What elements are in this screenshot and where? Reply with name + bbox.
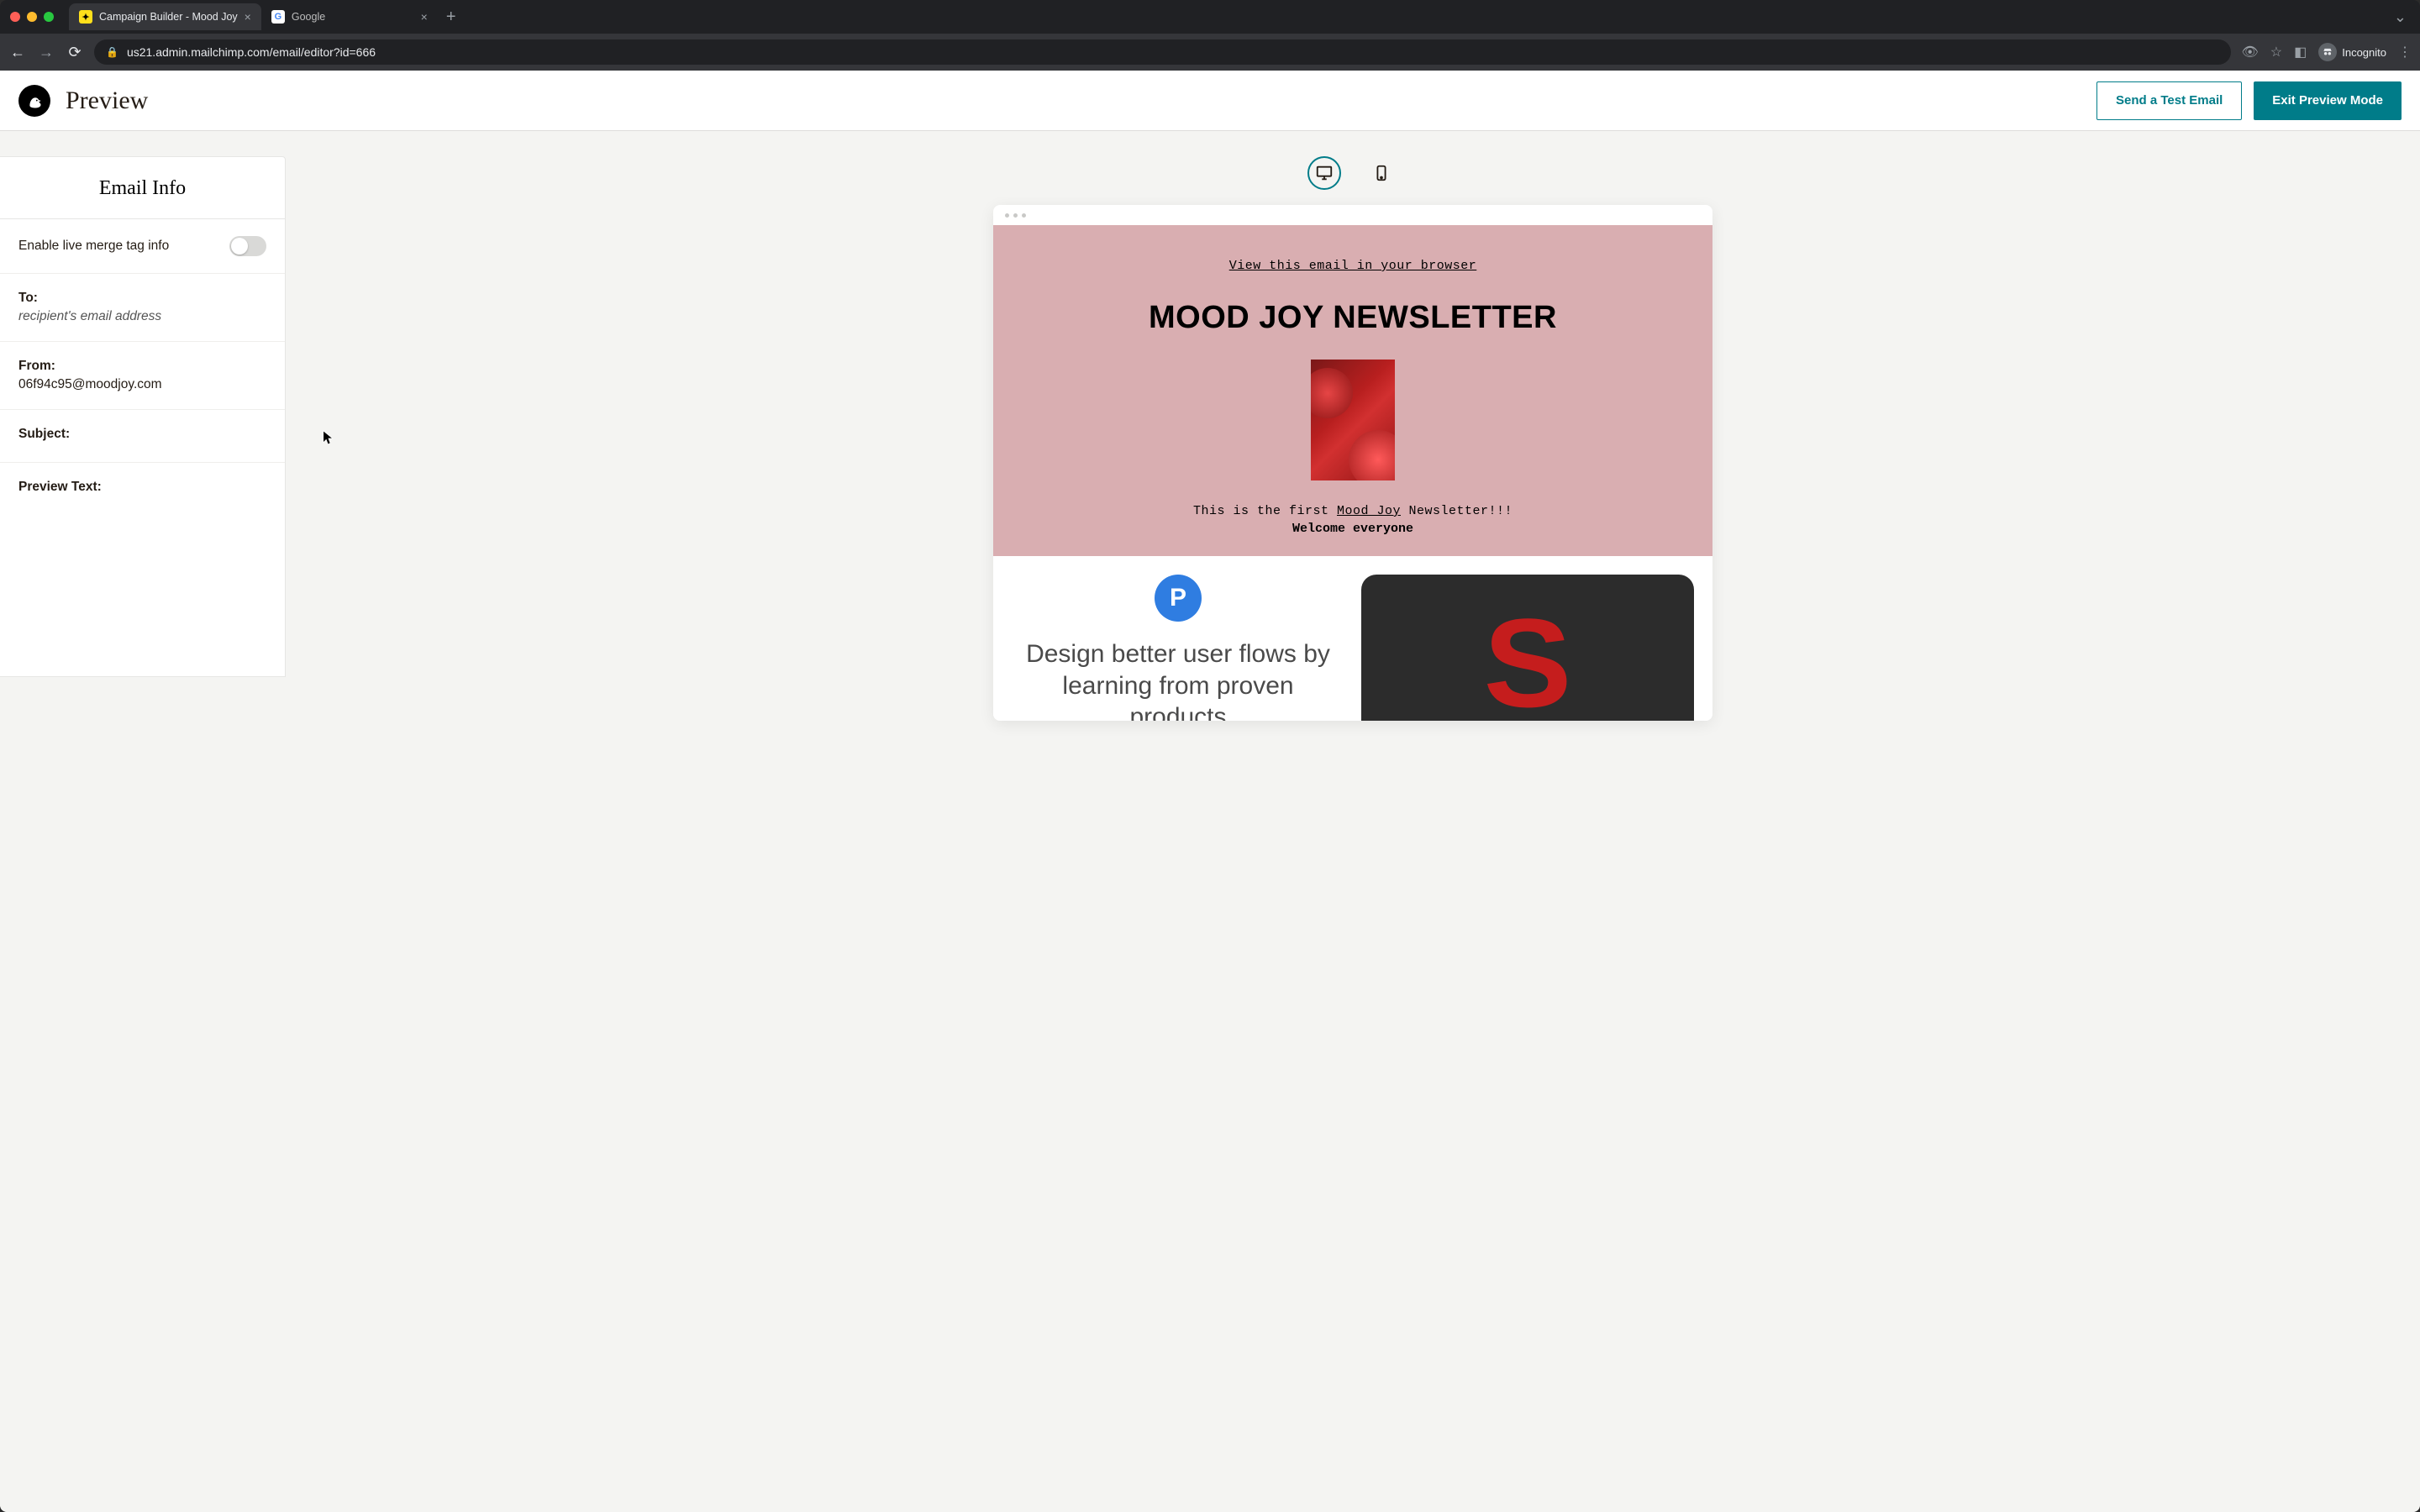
lock-icon: 🔒 (106, 46, 118, 58)
to-value: recipient's email address (18, 309, 161, 323)
page-title: Preview (66, 87, 148, 115)
merge-tag-toggle-row: Enable live merge tag info (0, 219, 285, 274)
preview-area: View this email in your browser MOOD JOY… (286, 156, 2420, 1512)
tab-mailchimp[interactable]: ✦ Campaign Builder - Mood Joy × (69, 3, 261, 30)
s-card-image: S (1361, 575, 1694, 721)
preview-text-label: Preview Text: (18, 480, 266, 495)
email-preview-frame: View this email in your browser MOOD JOY… (993, 205, 1712, 721)
intro-prefix: This is the first (1193, 504, 1337, 518)
mailchimp-logo-icon[interactable] (18, 85, 50, 117)
bookmark-icon[interactable]: ☆ (2270, 44, 2282, 60)
extensions-icon[interactable]: ◧ (2294, 44, 2307, 60)
window-controls (10, 12, 54, 22)
maximize-window-icon[interactable] (44, 12, 54, 22)
card-p: P Design better user flows by learning f… (1012, 575, 1344, 721)
subject-label: Subject: (18, 427, 266, 442)
frame-window-dots (993, 205, 1712, 225)
hero-image (1311, 360, 1395, 480)
from-value: 06f94c95@moodjoy.com (18, 377, 162, 391)
incognito-badge[interactable]: Incognito (2318, 43, 2386, 61)
mobile-preview-button[interactable] (1365, 156, 1398, 190)
mood-joy-link[interactable]: Mood Joy (1337, 504, 1401, 518)
newsletter-hero: View this email in your browser MOOD JOY… (993, 225, 1712, 556)
tab-title: Google (292, 11, 325, 23)
newsletter-title: MOOD JOY NEWSLETTER (1027, 300, 1679, 336)
merge-tag-toggle[interactable] (229, 236, 266, 256)
exit-preview-button[interactable]: Exit Preview Mode (2254, 81, 2402, 120)
back-button[interactable]: ← (8, 44, 27, 61)
subject-row: Subject: (0, 410, 285, 463)
card-s: S (1361, 575, 1694, 721)
incognito-icon (2318, 43, 2337, 61)
eye-off-icon[interactable]: 👁 (2241, 44, 2258, 60)
kebab-menu-icon[interactable]: ⋮ (2398, 44, 2412, 60)
intro-line: This is the first Mood Joy Newsletter!!! (1027, 504, 1679, 518)
from-label: From: (18, 359, 266, 374)
email-info-sidebar: Email Info Enable live merge tag info To… (0, 156, 286, 677)
to-label: To: (18, 291, 266, 306)
browser-titlebar: ✦ Campaign Builder - Mood Joy × G Google… (0, 0, 2420, 34)
address-bar[interactable]: 🔒 us21.admin.mailchimp.com/email/editor?… (94, 39, 2231, 65)
device-switcher (1307, 156, 1398, 190)
card-p-heading: Design better user flows by learning fro… (1012, 638, 1344, 721)
from-row: From: 06f94c95@moodjoy.com (0, 342, 285, 410)
tab-title: Campaign Builder - Mood Joy (99, 11, 238, 23)
incognito-label: Incognito (2342, 46, 2386, 59)
close-tab-icon[interactable]: × (245, 10, 251, 24)
view-in-browser-link[interactable]: View this email in your browser (1027, 259, 1679, 273)
mobile-icon (1372, 164, 1391, 182)
p-logo-icon: P (1155, 575, 1202, 622)
app-header: Preview Send a Test Email Exit Preview M… (0, 71, 2420, 131)
url-text: us21.admin.mailchimp.com/email/editor?id… (127, 45, 376, 59)
mailchimp-page: Preview Send a Test Email Exit Preview M… (0, 71, 2420, 1512)
email-body[interactable]: View this email in your browser MOOD JOY… (993, 225, 1712, 721)
merge-tag-label: Enable live merge tag info (18, 239, 169, 254)
mailchimp-favicon-icon: ✦ (79, 10, 92, 24)
button-label: Send a Test Email (2116, 93, 2223, 108)
button-label: Exit Preview Mode (2272, 93, 2383, 108)
preview-text-row: Preview Text: (0, 463, 285, 515)
desktop-preview-button[interactable] (1307, 156, 1341, 190)
desktop-icon (1315, 164, 1334, 182)
browser-toolbar: ← → ⟳ 🔒 us21.admin.mailchimp.com/email/e… (0, 34, 2420, 71)
tabstrip-overflow-icon[interactable]: ⌄ (2394, 8, 2410, 26)
close-tab-icon[interactable]: × (421, 10, 428, 24)
google-favicon-icon: G (271, 10, 285, 24)
browser-tabs: ✦ Campaign Builder - Mood Joy × G Google… (69, 0, 465, 34)
cards-row: P Design better user flows by learning f… (993, 556, 1712, 721)
forward-button[interactable]: → (37, 44, 55, 61)
minimize-window-icon[interactable] (27, 12, 37, 22)
sidebar-title: Email Info (0, 157, 285, 219)
reload-button[interactable]: ⟳ (66, 44, 84, 61)
intro-suffix: Newsletter!!! (1401, 504, 1512, 518)
send-test-email-button[interactable]: Send a Test Email (2096, 81, 2242, 120)
close-window-icon[interactable] (10, 12, 20, 22)
tab-google[interactable]: G Google × (261, 3, 438, 30)
s-glyph-icon: S (1483, 591, 1571, 722)
to-row: To: recipient's email address (0, 274, 285, 342)
new-tab-button[interactable]: + (438, 8, 465, 27)
welcome-line: Welcome everyone (1027, 522, 1679, 536)
